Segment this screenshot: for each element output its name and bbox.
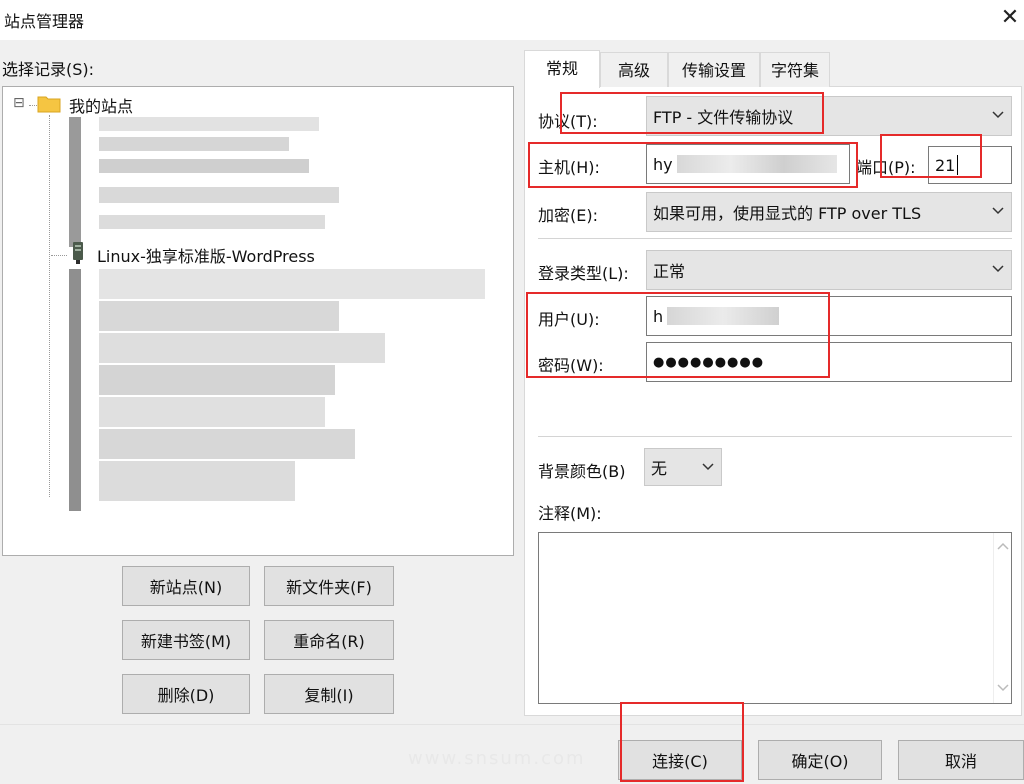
port-input[interactable]: 21 bbox=[928, 146, 1012, 184]
blurred-icons bbox=[69, 269, 81, 511]
chevron-down-icon bbox=[702, 463, 714, 471]
blurred-entry bbox=[99, 365, 335, 395]
user-input[interactable]: h bbox=[646, 296, 1012, 336]
blurred-entry bbox=[99, 159, 309, 173]
chevron-down-icon bbox=[992, 265, 1004, 273]
tree-collapse-icon[interactable]: ⊟ bbox=[13, 95, 25, 111]
folder-icon bbox=[37, 96, 61, 113]
blurred-entry bbox=[99, 117, 319, 131]
blurred-entry bbox=[99, 269, 485, 299]
cancel-button[interactable]: 取消 bbox=[898, 740, 1024, 780]
close-icon[interactable]: ✕ bbox=[996, 2, 1024, 34]
blurred-entry bbox=[99, 397, 325, 427]
user-value: h bbox=[653, 306, 664, 326]
host-label: 主机(H): bbox=[538, 158, 600, 177]
tab-advanced[interactable]: 高级 bbox=[600, 52, 668, 87]
separator bbox=[538, 436, 1012, 437]
new-folder-button[interactable]: 新文件夹(F) bbox=[264, 566, 394, 606]
password-value: ●●●●●●●●● bbox=[653, 354, 765, 370]
blurred-entry bbox=[99, 301, 339, 331]
new-site-button[interactable]: 新站点(N) bbox=[122, 566, 250, 606]
delete-button[interactable]: 删除(D) bbox=[122, 674, 250, 714]
copy-button[interactable]: 复制(I) bbox=[264, 674, 394, 714]
port-value: 21 bbox=[935, 155, 956, 175]
tree-site-linux-wordpress[interactable]: Linux-独享标准版-WordPress bbox=[97, 243, 315, 267]
host-input[interactable]: hy bbox=[646, 144, 850, 184]
blurred-entry bbox=[99, 333, 385, 363]
port-label: 端口(P): bbox=[856, 158, 916, 177]
protocol-value: FTP - 文件传输协议 bbox=[653, 108, 794, 127]
scroll-up-icon[interactable] bbox=[997, 541, 1009, 551]
footer-separator bbox=[0, 724, 1024, 725]
title-bar bbox=[0, 0, 1024, 40]
blurred-entry bbox=[99, 461, 295, 501]
blurred-entry bbox=[99, 137, 289, 151]
tab-general[interactable]: 常规 bbox=[524, 50, 600, 88]
separator bbox=[538, 238, 1012, 239]
user-label: 用户(U): bbox=[538, 310, 600, 329]
protocol-label: 协议(T): bbox=[538, 112, 598, 131]
comments-textarea[interactable] bbox=[538, 532, 1012, 704]
bg-color-select[interactable]: 无 bbox=[644, 448, 722, 486]
user-blurred bbox=[667, 307, 780, 325]
protocol-select[interactable]: FTP - 文件传输协议 bbox=[646, 96, 1012, 136]
text-cursor bbox=[957, 155, 959, 175]
tree-root-label[interactable]: 我的站点 bbox=[69, 93, 133, 117]
encryption-value: 如果可用，使用显式的 FTP over TLS bbox=[653, 204, 922, 223]
blurred-icons bbox=[69, 117, 81, 247]
blurred-entry bbox=[99, 215, 325, 229]
rename-button[interactable]: 重命名(R) bbox=[264, 620, 394, 660]
host-value: hy bbox=[653, 154, 673, 174]
encryption-label: 加密(E): bbox=[538, 206, 598, 225]
ok-button[interactable]: 确定(O) bbox=[758, 740, 882, 780]
window-title: 站点管理器 bbox=[4, 12, 85, 31]
scroll-down-icon[interactable] bbox=[997, 683, 1009, 693]
chevron-down-icon bbox=[992, 207, 1004, 215]
watermark-text: www.snsum.com bbox=[408, 748, 586, 769]
login-type-value: 正常 bbox=[653, 262, 686, 281]
blurred-entry bbox=[99, 429, 355, 459]
tab-charset[interactable]: 字符集 bbox=[760, 52, 830, 87]
login-type-label: 登录类型(L): bbox=[538, 264, 629, 283]
tree-line bbox=[49, 115, 50, 497]
blurred-entry bbox=[99, 187, 339, 203]
bg-color-label: 背景颜色(B) bbox=[538, 462, 626, 481]
password-input[interactable]: ●●●●●●●●● bbox=[646, 342, 1012, 382]
login-type-select[interactable]: 正常 bbox=[646, 250, 1012, 290]
server-icon bbox=[73, 242, 83, 264]
tree-connector bbox=[51, 255, 67, 256]
chevron-down-icon bbox=[992, 111, 1004, 119]
select-entry-label: 选择记录(S): bbox=[2, 60, 95, 79]
host-blurred bbox=[676, 155, 837, 173]
new-bookmark-button[interactable]: 新建书签(M) bbox=[122, 620, 250, 660]
comments-scrollbar[interactable] bbox=[993, 533, 1011, 703]
password-label: 密码(W): bbox=[538, 356, 604, 375]
site-tree[interactable]: ⊟ 我的站点 Linux-独享标准版-WordPress bbox=[2, 86, 514, 556]
connect-button[interactable]: 连接(C) bbox=[618, 740, 742, 780]
bg-color-value: 无 bbox=[651, 459, 668, 478]
tab-transfer-settings[interactable]: 传输设置 bbox=[668, 52, 760, 87]
encryption-select[interactable]: 如果可用，使用显式的 FTP over TLS bbox=[646, 192, 1012, 232]
comments-label: 注释(M): bbox=[538, 504, 602, 523]
